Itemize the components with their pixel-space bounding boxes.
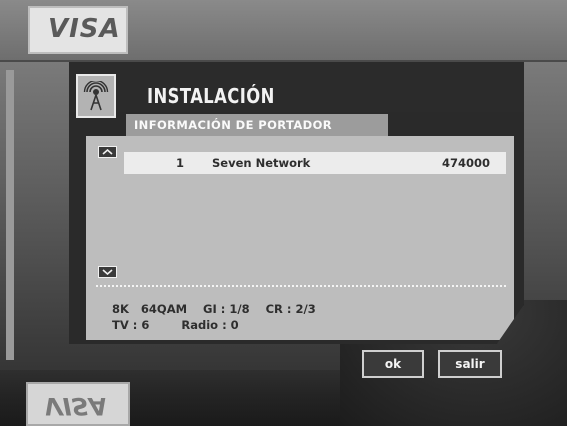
dialog-header [69, 62, 524, 112]
dialog-subtitle: INFORMACIÓN DE PORTADOR [134, 118, 333, 132]
carrier-info-panel: 1 Seven Network 474000 8K 64QAM GI : 1/8… [86, 136, 514, 340]
modulation-details: 8K 64QAM GI : 1/8 CR : 2/3 [112, 302, 316, 316]
background-visa-sign-bottom: VISA [26, 382, 130, 426]
channel-counts: TV : 6 Radio : 0 [112, 318, 239, 332]
background-visa-text: VISA [48, 14, 121, 44]
details-divider [96, 285, 506, 287]
installation-dialog: INSTALACIÓN INFORMACIÓN DE PORTADOR 1 Se… [69, 62, 524, 344]
ok-button[interactable]: ok [362, 350, 424, 378]
background-visa-text-bottom: VISA [44, 392, 108, 420]
scroll-down-button[interactable] [98, 266, 117, 278]
chevron-down-icon [102, 269, 113, 275]
chevron-up-icon [102, 149, 113, 155]
scroll-up-button[interactable] [98, 146, 117, 158]
carrier-name: Seven Network [212, 156, 311, 170]
carrier-row[interactable]: 1 Seven Network 474000 [124, 152, 506, 174]
dialog-title: INSTALACIÓN [147, 84, 275, 108]
exit-button[interactable]: salir [438, 350, 502, 378]
carrier-number: 1 [176, 156, 185, 170]
carrier-list: 1 Seven Network 474000 [86, 136, 514, 280]
background-visa-sign: VISA [28, 6, 128, 54]
carrier-frequency: 474000 [441, 156, 490, 170]
satellite-antenna-icon [76, 74, 116, 118]
subtitle-tab: INFORMACIÓN DE PORTADOR [126, 114, 388, 136]
background-post [6, 70, 14, 360]
